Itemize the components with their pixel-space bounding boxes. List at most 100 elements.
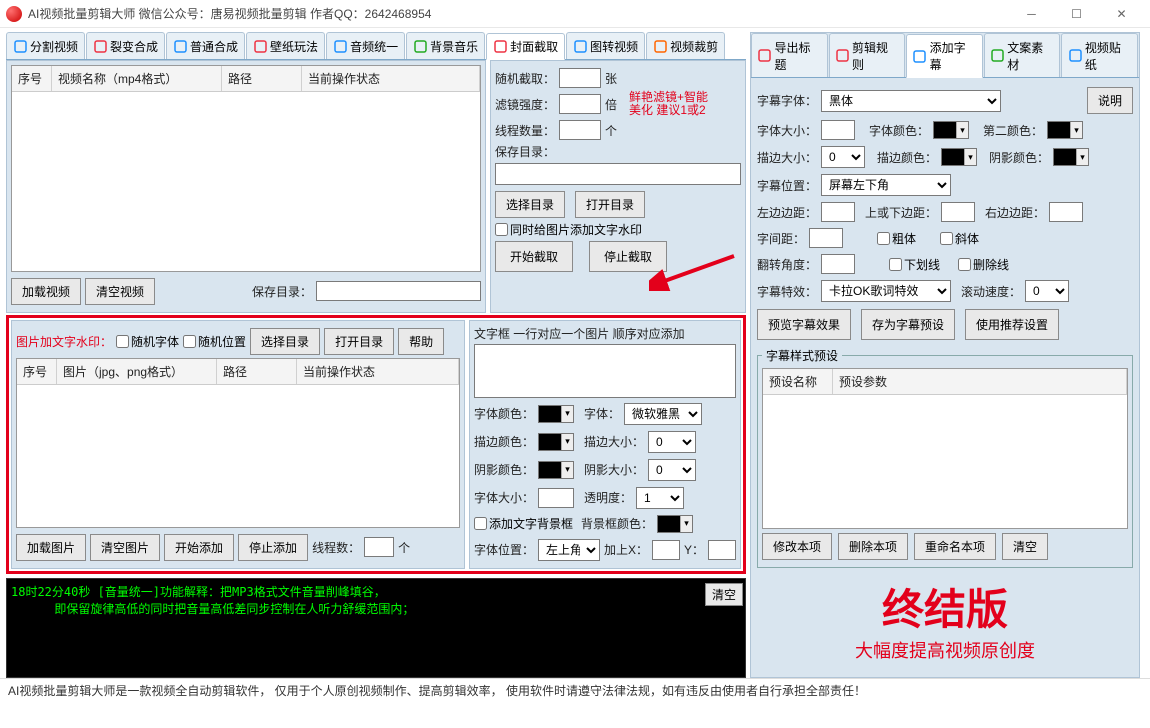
- column-header[interactable]: 预设参数: [833, 369, 1127, 394]
- open-dir-button[interactable]: 打开目录: [575, 191, 645, 218]
- left-tab-6[interactable]: 封面截取: [486, 33, 565, 60]
- bg-box-checkbox[interactable]: 添加文字背景框: [474, 515, 573, 532]
- img-thread-input[interactable]: [364, 537, 394, 557]
- shadow-color-picker[interactable]: ▾: [538, 461, 574, 479]
- left-margin-input[interactable]: [821, 202, 855, 222]
- recommend-button[interactable]: 使用推荐设置: [965, 309, 1059, 340]
- right-margin-input[interactable]: [1049, 202, 1083, 222]
- choose-dir-button[interactable]: 选择目录: [495, 191, 565, 218]
- left-tab-7[interactable]: 图转视频: [566, 32, 645, 59]
- help-button[interactable]: 帮助: [398, 328, 444, 355]
- video-save-dir-input[interactable]: [316, 281, 481, 301]
- left-tab-5[interactable]: 背景音乐: [406, 32, 485, 59]
- strike-checkbox[interactable]: 删除线: [958, 256, 1009, 273]
- column-header[interactable]: 序号: [12, 66, 52, 91]
- effect-select[interactable]: 卡拉OK歌词特效: [821, 280, 951, 302]
- preview-subtitle-button[interactable]: 预览字幕效果: [757, 309, 851, 340]
- left-tab-1[interactable]: 裂变合成: [86, 32, 165, 59]
- font-color-picker[interactable]: ▾: [538, 405, 574, 423]
- rename-preset-button[interactable]: 重命名本项: [914, 533, 996, 560]
- start-add-button[interactable]: 开始添加: [164, 534, 234, 561]
- rand-capture-input[interactable]: [559, 68, 601, 88]
- sub-color2-picker[interactable]: ▾: [1047, 121, 1083, 139]
- tab-icon: [93, 39, 107, 53]
- video-grid[interactable]: 序号视频名称（mp4格式）路径当前操作状态: [11, 65, 481, 272]
- tab-icon: [173, 39, 187, 53]
- close-button[interactable]: ✕: [1099, 0, 1144, 28]
- italic-checkbox[interactable]: 斜体: [940, 230, 979, 247]
- delete-preset-button[interactable]: 删除本项: [838, 533, 908, 560]
- clear-video-button[interactable]: 清空视频: [85, 278, 155, 305]
- sub-shadowcolor-picker[interactable]: ▾: [1053, 148, 1089, 166]
- filter-strength-input[interactable]: [559, 94, 601, 114]
- img-open-dir-button[interactable]: 打开目录: [324, 328, 394, 355]
- column-header[interactable]: 序号: [17, 359, 57, 384]
- column-header[interactable]: 路径: [222, 66, 302, 91]
- thread-count-input[interactable]: [559, 120, 601, 140]
- font-select[interactable]: 微软雅黑: [624, 403, 702, 425]
- add-y-input[interactable]: [708, 540, 736, 560]
- font-size-input[interactable]: [538, 488, 574, 508]
- column-header[interactable]: 视频名称（mp4格式）: [52, 66, 222, 91]
- clear-image-button[interactable]: 清空图片: [90, 534, 160, 561]
- stop-add-button[interactable]: 停止添加: [238, 534, 308, 561]
- sub-pos-select[interactable]: 屏幕左下角: [821, 174, 951, 196]
- img-choose-dir-button[interactable]: 选择目录: [250, 328, 320, 355]
- right-tab-3[interactable]: 文案素材: [984, 33, 1061, 77]
- right-tab-4[interactable]: 视频贴纸: [1061, 33, 1138, 77]
- modify-preset-button[interactable]: 修改本项: [762, 533, 832, 560]
- shadow-size-select[interactable]: 0: [648, 459, 696, 481]
- tab-label: 视频贴纸: [1085, 39, 1131, 73]
- bold-checkbox[interactable]: 粗体: [877, 230, 916, 247]
- load-video-button[interactable]: 加载视频: [11, 278, 81, 305]
- sub-fontsize-input[interactable]: [821, 120, 855, 140]
- cover-save-dir-input[interactable]: [495, 163, 741, 185]
- column-header[interactable]: 预设名称: [763, 369, 833, 394]
- top-margin-input[interactable]: [941, 202, 975, 222]
- sub-fontcolor-picker[interactable]: ▾: [933, 121, 969, 139]
- minimize-button[interactable]: ─: [1009, 0, 1054, 28]
- clear-preset-button[interactable]: 清空: [1002, 533, 1048, 560]
- scroll-select[interactable]: 0: [1025, 280, 1069, 302]
- right-tab-1[interactable]: 剪辑规则: [829, 33, 906, 77]
- underline-checkbox[interactable]: 下划线: [889, 256, 940, 273]
- right-tab-0[interactable]: 导出标题: [751, 33, 828, 77]
- stroke-color-picker[interactable]: ▾: [538, 433, 574, 451]
- sub-strokesize-select[interactable]: 0: [821, 146, 865, 168]
- text-lines-textarea[interactable]: [474, 344, 736, 398]
- start-capture-button[interactable]: 开始截取: [495, 241, 573, 272]
- sub-strokecolor-picker[interactable]: ▾: [941, 148, 977, 166]
- image-grid[interactable]: 序号图片（jpg、png格式）路径当前操作状态: [16, 358, 460, 528]
- stop-capture-button[interactable]: 停止截取: [589, 241, 667, 272]
- left-tabstrip: 分割视频裂变合成普通合成壁纸玩法音频统一背景音乐封面截取图转视频视频裁剪: [6, 32, 746, 60]
- save-preset-button[interactable]: 存为字幕预设: [861, 309, 955, 340]
- column-header[interactable]: 路径: [217, 359, 297, 384]
- sub-font-select[interactable]: 黑体: [821, 90, 1001, 112]
- tab-label: 剪辑规则: [852, 39, 898, 73]
- left-tab-2[interactable]: 普通合成: [166, 32, 245, 59]
- watermark-checkbox[interactable]: 同时给图片添加文字水印: [495, 221, 642, 238]
- bg-color-picker[interactable]: ▾: [657, 515, 693, 533]
- column-header[interactable]: 图片（jpg、png格式）: [57, 359, 217, 384]
- preset-grid[interactable]: 预设名称预设参数: [762, 368, 1128, 529]
- right-tab-2[interactable]: 添加字幕: [906, 34, 983, 78]
- spacing-input[interactable]: [809, 228, 843, 248]
- explain-button[interactable]: 说明: [1087, 87, 1133, 114]
- opacity-select[interactable]: 1: [636, 487, 684, 509]
- load-image-button[interactable]: 加载图片: [16, 534, 86, 561]
- left-tab-3[interactable]: 壁纸玩法: [246, 32, 325, 59]
- rand-font-checkbox[interactable]: 随机字体: [116, 333, 179, 350]
- log-clear-button[interactable]: 清空: [705, 583, 743, 606]
- brand-subtitle: 大幅度提高视频原创度: [761, 637, 1129, 663]
- left-tab-8[interactable]: 视频裁剪: [646, 32, 725, 59]
- left-tab-4[interactable]: 音频统一: [326, 32, 405, 59]
- left-tab-0[interactable]: 分割视频: [6, 32, 85, 59]
- stroke-size-select[interactable]: 0: [648, 431, 696, 453]
- column-header[interactable]: 当前操作状态: [297, 359, 459, 384]
- text-pos-select[interactable]: 左上角: [538, 539, 600, 561]
- add-x-input[interactable]: [652, 540, 680, 560]
- maximize-button[interactable]: ☐: [1054, 0, 1099, 28]
- rand-pos-checkbox[interactable]: 随机位置: [183, 333, 246, 350]
- column-header[interactable]: 当前操作状态: [302, 66, 480, 91]
- rotate-input[interactable]: [821, 254, 855, 274]
